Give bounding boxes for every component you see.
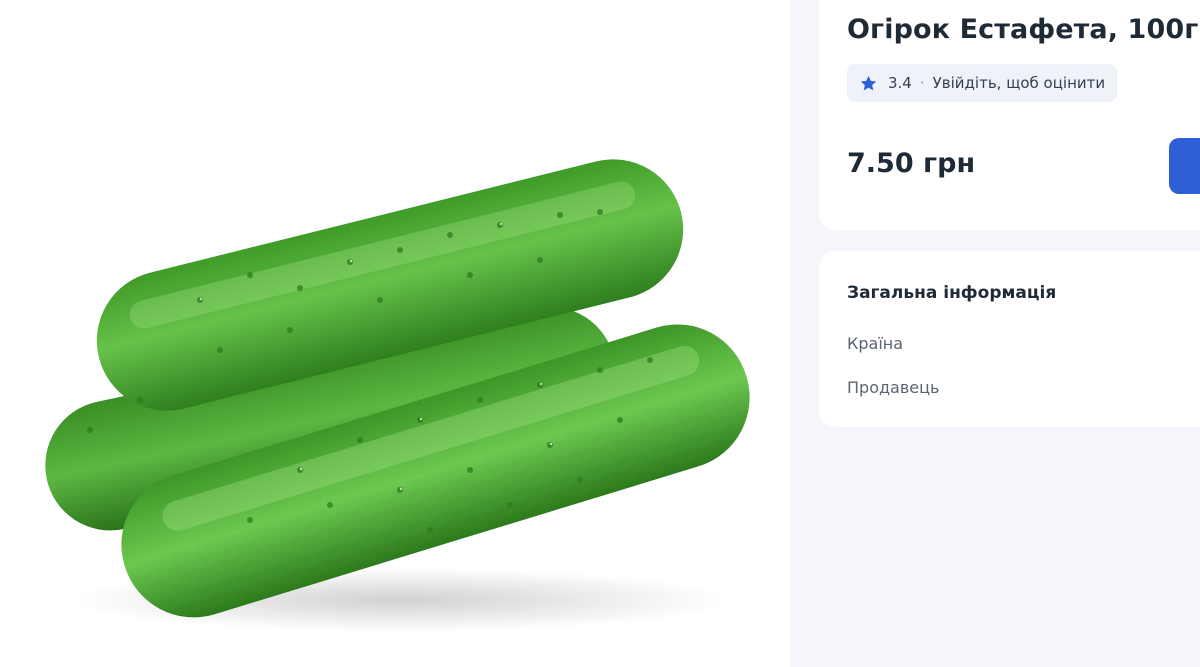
product-page: Огірок Естафета, 100г 3.4 · Увійдіть, що… xyxy=(0,0,1200,667)
rating-badge[interactable]: 3.4 · Увійдіть, щоб оцінити xyxy=(847,64,1118,102)
general-info-card: Загальна інформація Країна Продавець xyxy=(819,251,1200,427)
rating-separator: · xyxy=(919,74,925,92)
general-info-title: Загальна інформація xyxy=(847,283,1057,303)
info-label-country: Країна xyxy=(847,334,904,353)
product-info-pane: Огірок Естафета, 100г 3.4 · Увійдіть, що… xyxy=(790,0,1200,667)
info-label-seller: Продавець xyxy=(847,378,940,397)
product-image[interactable] xyxy=(0,0,790,667)
product-image-pane xyxy=(0,0,790,667)
product-price: 7.50 грн xyxy=(847,148,976,179)
add-to-cart-button[interactable] xyxy=(1169,138,1200,194)
product-summary-card: Огірок Естафета, 100г 3.4 · Увійдіть, що… xyxy=(819,0,1200,230)
star-icon xyxy=(860,75,877,90)
rating-value: 3.4 xyxy=(888,74,912,92)
rating-login-link[interactable]: Увійдіть, щоб оцінити xyxy=(933,74,1105,92)
product-title: Огірок Естафета, 100г xyxy=(847,14,1199,45)
